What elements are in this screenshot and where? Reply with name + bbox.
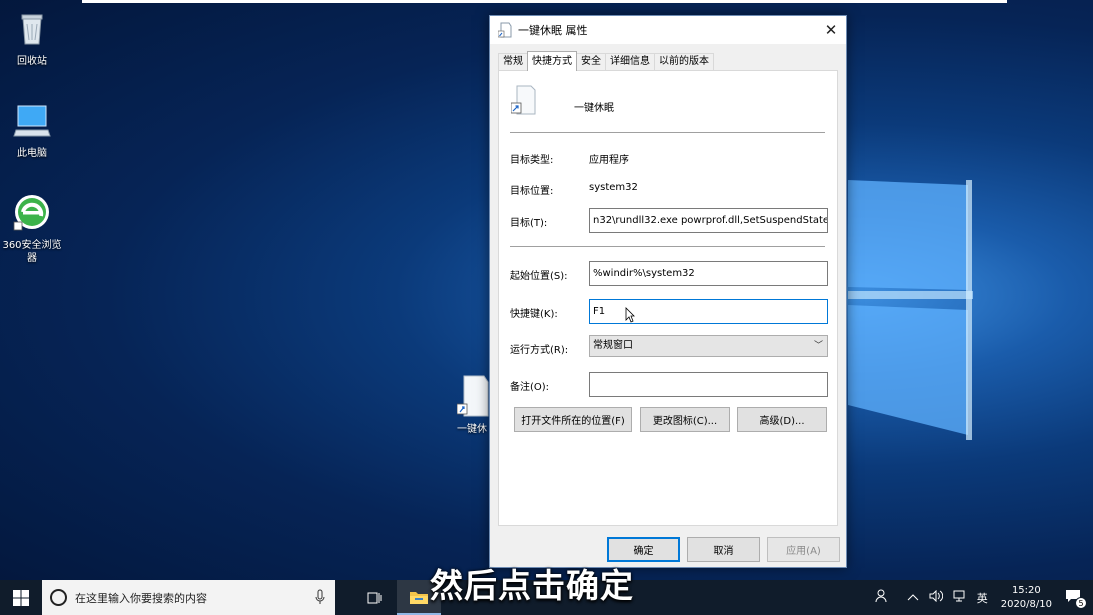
desktop-icon-360-browser[interactable]: 360安全浏览器 bbox=[0, 192, 64, 265]
shortcut-file-icon bbox=[498, 22, 512, 38]
mouse-cursor-icon bbox=[625, 307, 635, 323]
cortana-icon bbox=[50, 589, 67, 606]
search-placeholder: 在这里输入你要搜索的内容 bbox=[75, 591, 207, 605]
file-explorer-icon bbox=[410, 591, 428, 604]
open-file-location-button[interactable]: 打开文件所在的位置(F) bbox=[514, 407, 632, 432]
shortcut-name: 一键休眠 bbox=[574, 103, 614, 114]
cancel-button[interactable]: 取消 bbox=[687, 537, 760, 562]
clock-time: 15:20 bbox=[1011, 584, 1041, 596]
tab-details[interactable]: 详细信息 bbox=[605, 53, 655, 71]
tab-strip: 常规 快捷方式 安全 详细信息 以前的版本 bbox=[498, 51, 714, 71]
task-view-icon bbox=[367, 592, 382, 603]
advanced-button[interactable]: 高级(D)... bbox=[737, 407, 827, 432]
clock-date: 2020/8/10 bbox=[1000, 598, 1052, 610]
target-type-label: 目标类型: bbox=[510, 155, 554, 166]
run-mode-select[interactable]: 常规窗口 ﹀ bbox=[589, 335, 828, 357]
system-tray: 英 15:20 2020/8/10 5 bbox=[870, 580, 1093, 615]
network-icon[interactable] bbox=[948, 590, 972, 605]
dialog-title: 一键休眠 属性 bbox=[518, 24, 588, 37]
chevron-down-icon: ﹀ bbox=[813, 341, 823, 351]
notification-center-button[interactable]: 5 bbox=[1060, 589, 1093, 609]
start-in-field[interactable]: %windir%\system32 bbox=[589, 261, 828, 286]
file-shortcut-icon bbox=[456, 375, 489, 417]
volume-icon[interactable] bbox=[924, 589, 948, 605]
tab-security[interactable]: 安全 bbox=[576, 53, 606, 71]
shortcut-panel: 一键休眠 目标类型: 应用程序 目标位置: system32 目标(T): n3… bbox=[498, 70, 838, 526]
windows-start-icon bbox=[13, 589, 29, 606]
start-in-label: 起始位置(S): bbox=[510, 271, 568, 282]
desktop-icon-this-pc[interactable]: 此电脑 bbox=[0, 100, 64, 160]
ime-indicator[interactable]: 英 bbox=[972, 590, 993, 606]
target-label: 目标(T): bbox=[510, 218, 548, 229]
top-bar bbox=[82, 0, 1007, 3]
people-icon[interactable] bbox=[870, 589, 894, 606]
dialog-titlebar[interactable]: 一键休眠 属性 ✕ bbox=[490, 16, 846, 44]
run-label: 运行方式(R): bbox=[510, 345, 569, 356]
change-icon-button[interactable]: 更改图标(C)... bbox=[640, 407, 730, 432]
tab-general[interactable]: 常规 bbox=[498, 53, 528, 71]
windows-wallpaper-logo bbox=[848, 180, 973, 440]
chevron-up-icon[interactable] bbox=[902, 591, 924, 604]
start-button[interactable] bbox=[0, 580, 42, 615]
target-field[interactable]: n32\rundll32.exe powrprof.dll,SetSuspend… bbox=[589, 208, 828, 233]
notification-count-badge: 5 bbox=[1075, 597, 1087, 609]
taskbar-clock[interactable]: 15:20 2020/8/10 bbox=[993, 584, 1060, 612]
comment-label: 备注(O): bbox=[510, 382, 550, 393]
task-view-button[interactable] bbox=[353, 580, 397, 615]
hotkey-label: 快捷键(K): bbox=[510, 309, 558, 320]
close-icon[interactable]: ✕ bbox=[816, 16, 846, 44]
shortcut-large-icon bbox=[511, 85, 536, 115]
tab-shortcut[interactable]: 快捷方式 bbox=[527, 51, 577, 71]
360-browser-icon bbox=[13, 195, 49, 231]
video-caption: 然后点击确定 bbox=[430, 566, 634, 605]
target-type-value: 应用程序 bbox=[589, 155, 629, 166]
recycle-bin-icon bbox=[21, 14, 43, 45]
divider bbox=[510, 246, 825, 247]
run-mode-value: 常规窗口 bbox=[593, 340, 633, 351]
desktop-icon-hibernate-shortcut[interactable]: 一键休 bbox=[456, 374, 491, 435]
desktop-icon-recycle-bin[interactable]: 回收站 bbox=[0, 8, 64, 68]
target-location-label: 目标位置: bbox=[510, 186, 554, 197]
tab-previous-versions[interactable]: 以前的版本 bbox=[654, 53, 714, 71]
properties-dialog: 一键休眠 属性 ✕ 常规 快捷方式 安全 详细信息 以前的版本 一键休眠 目标类… bbox=[489, 15, 847, 568]
divider bbox=[510, 132, 825, 133]
target-location-value: system32 bbox=[589, 182, 638, 193]
comment-field[interactable] bbox=[589, 372, 828, 397]
taskbar-search-box[interactable]: 在这里输入你要搜索的内容 bbox=[42, 580, 335, 615]
microphone-icon[interactable] bbox=[315, 589, 325, 605]
apply-button[interactable]: 应用(A) bbox=[767, 537, 840, 562]
computer-icon bbox=[13, 105, 51, 137]
